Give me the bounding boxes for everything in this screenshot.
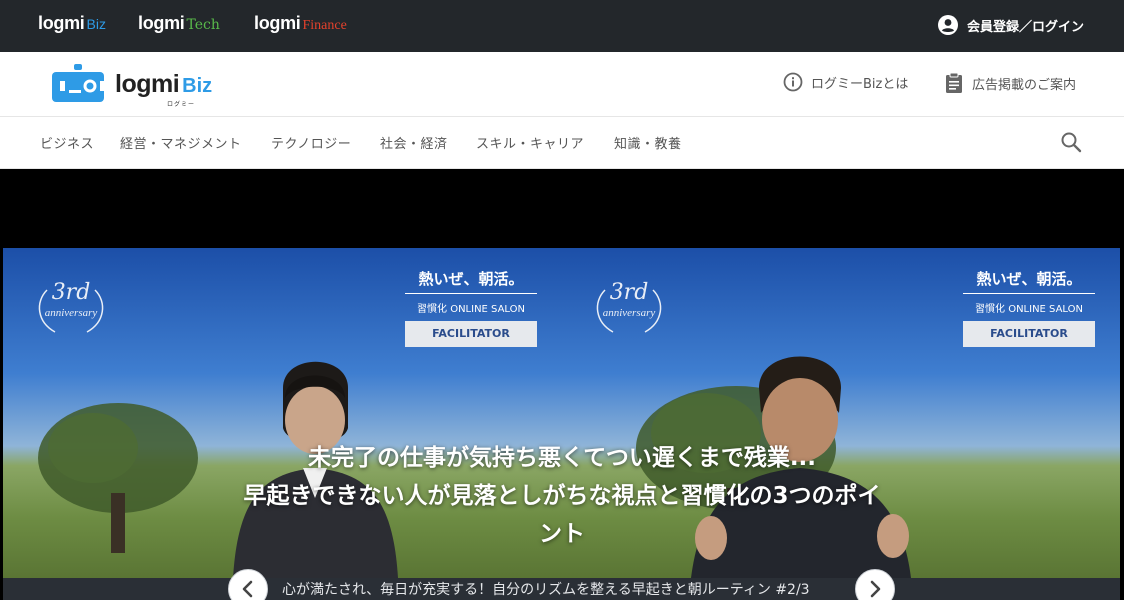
logo-suffix: Biz <box>182 74 213 97</box>
category-skill-career[interactable]: スキル・キャリア <box>476 133 584 152</box>
series-text[interactable]: 心が満たされ、毎日が充実する！自分のリズムを整える早起きと朝ルーティン #2/3 <box>282 579 810 599</box>
info-icon <box>783 72 803 92</box>
about-link[interactable]: ログミーBizとは <box>783 72 908 92</box>
brand-name: logmi <box>138 13 185 33</box>
brand-name: logmi <box>38 13 85 33</box>
anniversary-badge: 3rd anniversary <box>31 280 111 333</box>
login-link[interactable]: 会員登録／ログイン <box>937 15 1084 35</box>
salon-role: FACILITATOR <box>405 321 537 347</box>
category-business[interactable]: ビジネス <box>40 133 94 152</box>
site-header: logmi Biz ログミー ログミーBizとは 広告掲載のご案内 <box>0 52 1124 117</box>
category-nav: ビジネス 経営・マネジメント テクノロジー 社会・経済 スキル・キャリア 知識・… <box>0 117 1124 169</box>
salon-subtitle: 習慣化 ONLINE SALON <box>417 304 525 315</box>
brand-suffix: Tech <box>186 17 220 33</box>
brand-logmi-finance[interactable]: logmi Finance <box>254 13 347 34</box>
salon-role: FACILITATOR <box>963 321 1095 347</box>
brand-logmi-tech[interactable]: logmi Tech <box>138 13 220 34</box>
salon-title: 熱いぜ、朝活。 <box>405 268 537 294</box>
brand-suffix: Biz <box>86 16 106 32</box>
salon-sign: 熱いぜ、朝活。 習慣化 ONLINE SALON FACILITATOR <box>405 268 537 347</box>
anniversary-badge: 3rd anniversary <box>589 280 669 333</box>
hero-section[interactable]: 3rd anniversary 熱いぜ、朝活。 習慣化 ONLINE SALON… <box>0 169 1124 600</box>
chevron-right-icon <box>870 580 881 598</box>
article-title-line2: 早起きできない人が見落としがちな視点と習慣化の3つのポイ <box>243 483 881 509</box>
category-technology[interactable]: テクノロジー <box>271 133 351 152</box>
brand-name: logmi <box>254 13 301 33</box>
network-bar: logmi Biz logmi Tech logmi Finance 会員登録／… <box>0 0 1124 52</box>
logo-kana: ログミー <box>167 101 196 108</box>
salon-subtitle: 習慣化 ONLINE SALON <box>975 304 1083 315</box>
login-label: 会員登録／ログイン <box>966 19 1084 35</box>
category-management[interactable]: 経営・マネジメント <box>120 133 242 152</box>
ads-link[interactable]: 広告掲載のご案内 <box>944 72 1076 94</box>
tree-decoration <box>38 403 198 553</box>
article-title-line3: ント <box>539 521 585 547</box>
clipboard-icon <box>946 72 962 93</box>
brand-suffix: Finance <box>302 18 347 33</box>
site-logo[interactable]: logmi Biz ログミー <box>50 64 213 108</box>
category-society-economy[interactable]: 社会・経済 <box>380 133 448 152</box>
article-title[interactable]: 未完了の仕事が気持ち悪くてつい遅くまで残業... 早起きできない人が見落としがち… <box>200 439 924 553</box>
chevron-left-icon <box>242 580 253 598</box>
salon-title: 熱いぜ、朝活。 <box>963 268 1095 294</box>
logo-word: logmi <box>115 69 180 98</box>
article-title-line1: 未完了の仕事が気持ち悪くてつい遅くまで残業... <box>307 445 817 471</box>
category-knowledge[interactable]: 知識・教養 <box>614 133 682 152</box>
salon-sign: 熱いぜ、朝活。 習慣化 ONLINE SALON FACILITATOR <box>963 268 1095 347</box>
ads-label: 広告掲載のご案内 <box>972 77 1077 93</box>
robot-logo-icon <box>52 64 104 102</box>
about-label: ログミーBizとは <box>811 76 909 92</box>
account-circle-icon <box>937 15 958 35</box>
search-icon[interactable] <box>1060 131 1082 153</box>
brand-logmi-biz[interactable]: logmi Biz <box>38 13 106 34</box>
